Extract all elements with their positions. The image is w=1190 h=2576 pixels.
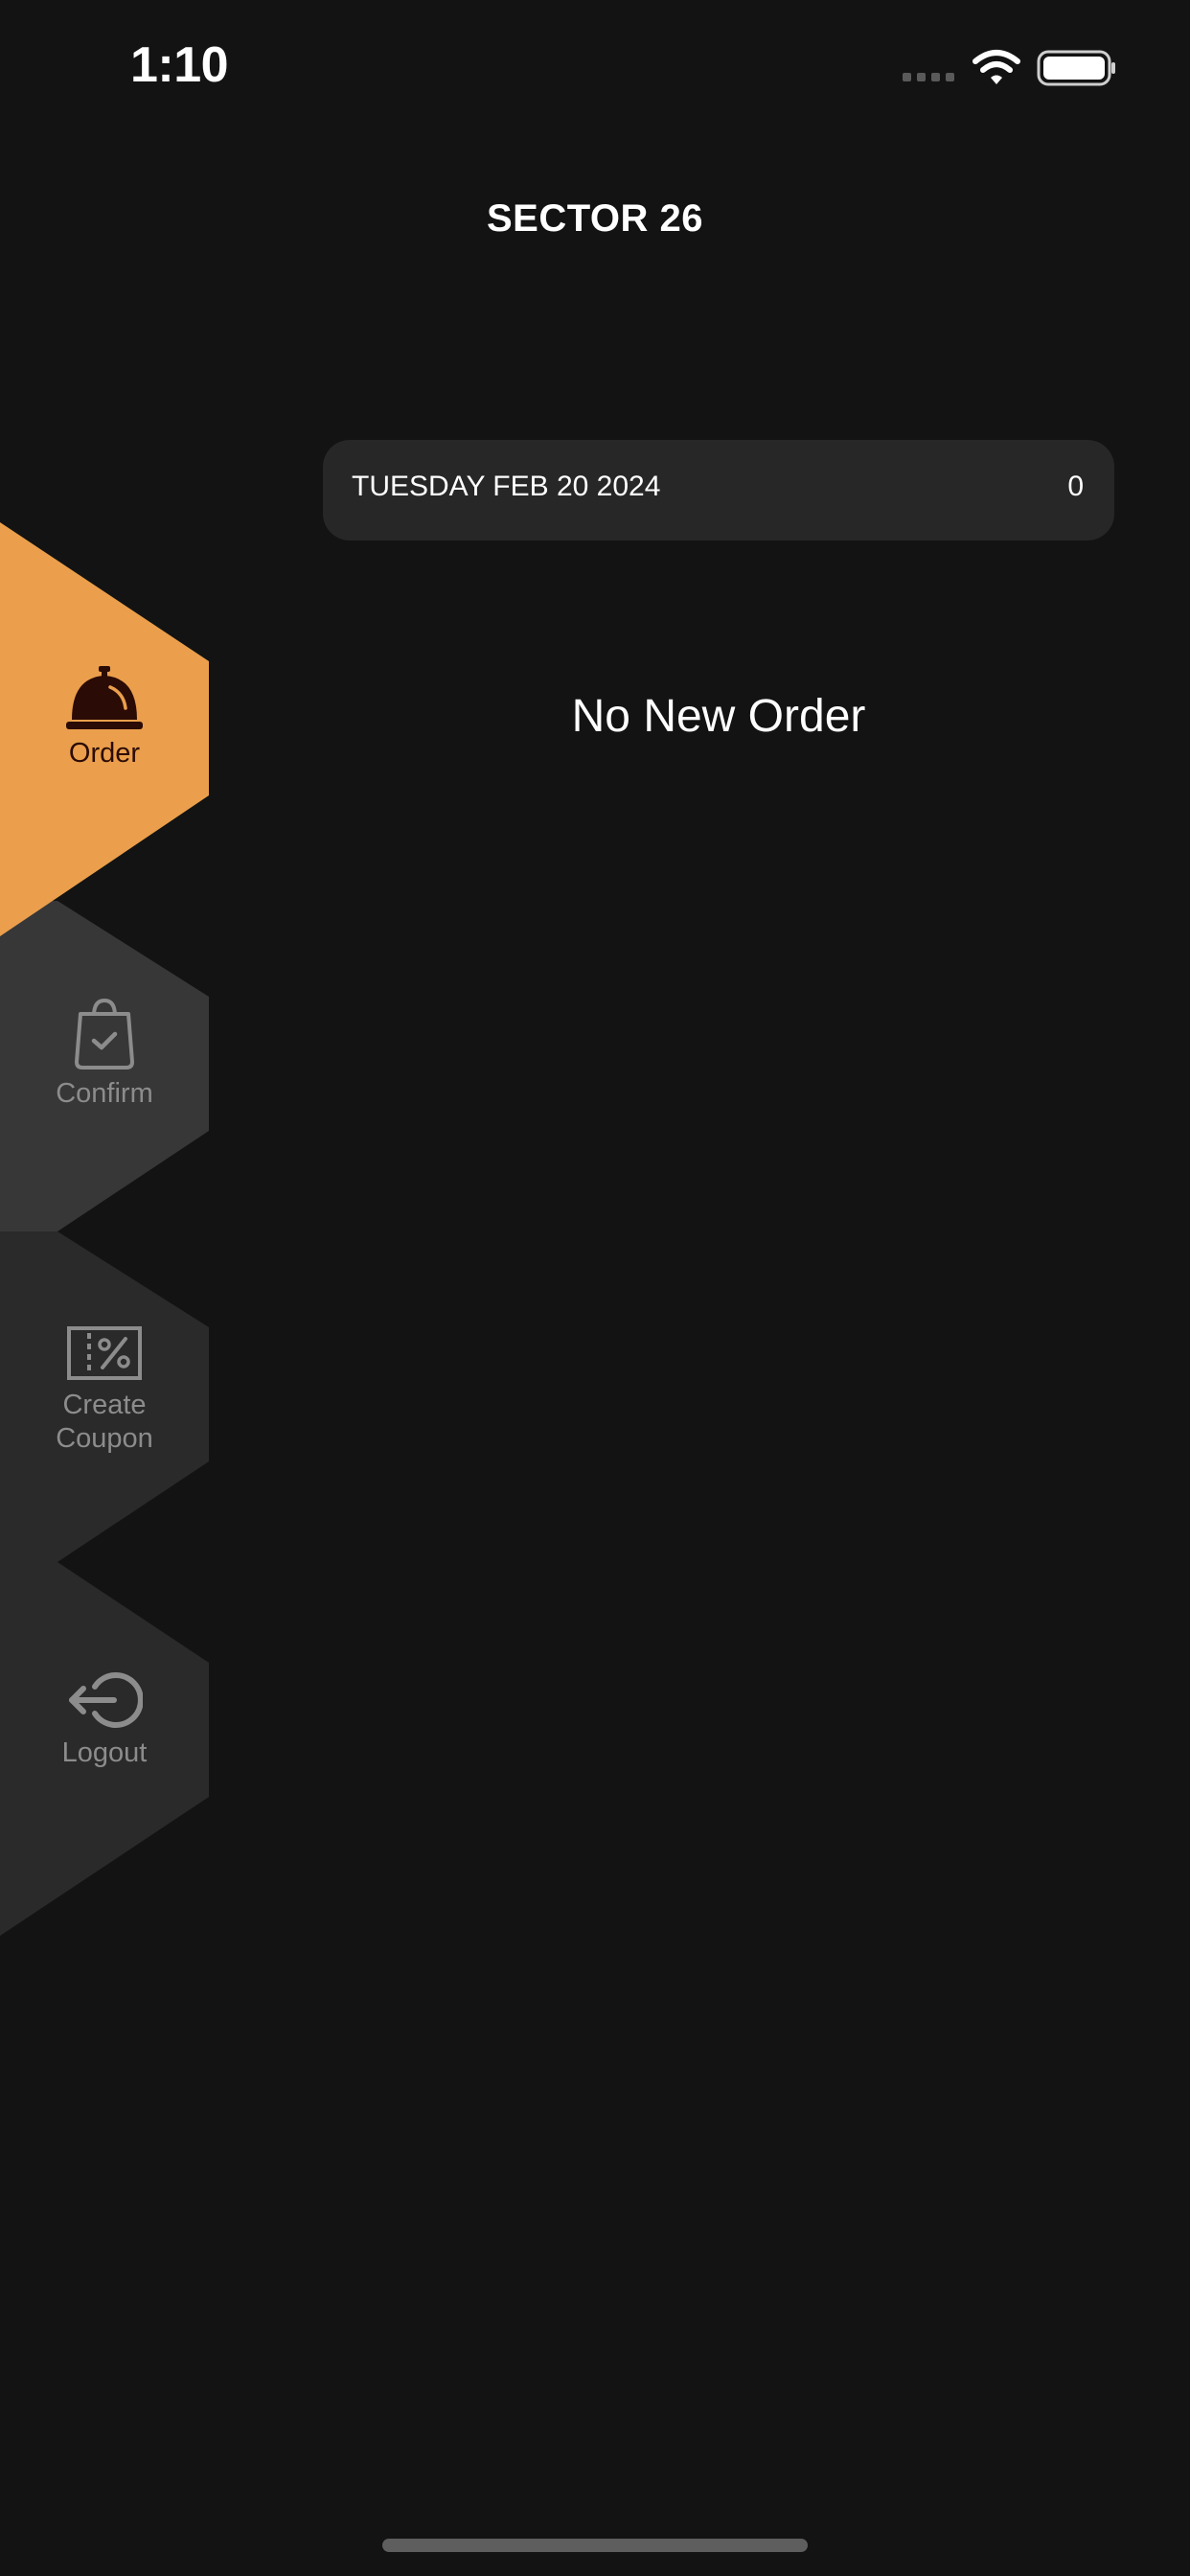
date-bar: TUESDAY FEB 20 2024 0 bbox=[323, 440, 1114, 540]
status-time: 1:10 bbox=[130, 37, 229, 93]
wifi-icon bbox=[973, 50, 1020, 73]
coupon-icon bbox=[67, 1326, 142, 1380]
status-icons bbox=[899, 46, 1119, 92]
battery-icon bbox=[1037, 50, 1115, 86]
logout-icon bbox=[69, 1672, 143, 1728]
sidebar-item-logout[interactable]: Logout bbox=[0, 1669, 209, 1770]
sidebar-item-confirm[interactable]: Confirm bbox=[0, 997, 209, 1111]
shopping-bag-check-icon bbox=[75, 998, 134, 1070]
sidebar-item-label: Create Coupon bbox=[56, 1390, 153, 1454]
cellular-signal-icon bbox=[903, 73, 954, 81]
sidebar-nav: Order Confirm Create Coupon Logout bbox=[0, 522, 211, 1941]
empty-state-message: No New Order bbox=[571, 691, 866, 742]
sidebar-item-label: Order bbox=[68, 738, 141, 769]
sidebar-item-label: Logout bbox=[61, 1737, 148, 1768]
bell-icon bbox=[66, 666, 143, 729]
page-title: SECTOR 26 bbox=[486, 197, 704, 240]
home-indicator[interactable] bbox=[382, 2539, 808, 2552]
sidebar-item-create-coupon[interactable]: Create Coupon bbox=[0, 1325, 209, 1456]
wifi-dot-icon bbox=[991, 75, 1002, 84]
date-label: TUESDAY FEB 20 2024 bbox=[352, 471, 661, 502]
sidebar-item-order[interactable]: Order bbox=[0, 666, 209, 770]
order-count: 0 bbox=[1067, 471, 1084, 502]
sidebar-item-label: Confirm bbox=[56, 1078, 153, 1109]
